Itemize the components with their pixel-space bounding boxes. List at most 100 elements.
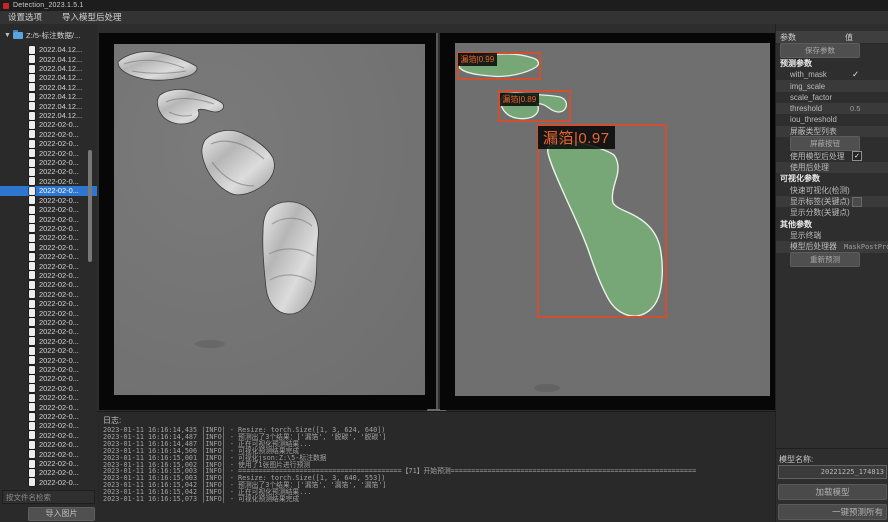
tree-item-label: 2022-02-0...: [39, 346, 79, 355]
panel-splitter[interactable]: [436, 33, 438, 410]
tree-item[interactable]: 2022-02-0...: [0, 449, 97, 458]
tree-scrollbar[interactable]: [88, 150, 92, 262]
source-image[interactable]: [114, 44, 425, 395]
tree-item[interactable]: 2022-02-0...: [0, 299, 97, 308]
tree-item[interactable]: 2022-02-0...: [0, 290, 97, 299]
param-row[interactable]: 显示分数(关键点) 显示分数(关键点): [776, 207, 888, 218]
param-row[interactable]: 快速可视化(检测) 快速可视化(检测): [776, 185, 888, 196]
param-row[interactable]: threshold threshold 0.5: [776, 103, 888, 114]
menu-settings[interactable]: 设置选项: [0, 11, 52, 24]
param-checkbox[interactable]: [852, 197, 862, 207]
param-row[interactable]: 显示标签(关键点) 显示标签(关键点): [776, 196, 888, 207]
tree-item[interactable]: 2022-02-0...: [0, 186, 97, 195]
file-icon: [29, 83, 35, 91]
tree-item-label: 2022-02-0...: [39, 478, 79, 487]
param-row-button[interactable]: 重新预测: [790, 252, 860, 267]
tree-item[interactable]: 2022-02-0...: [0, 139, 97, 148]
tree-item[interactable]: 2022-02-0...: [0, 205, 97, 214]
model-name-field[interactable]: 20221225_174813: [778, 465, 887, 479]
import-images-button[interactable]: 导入图片: [28, 507, 95, 521]
param-row-button[interactable]: 保存参数: [780, 43, 860, 58]
tree-item[interactable]: 2022.04.12...: [0, 101, 97, 110]
load-model-button[interactable]: 加载模型: [778, 484, 887, 500]
tree-item[interactable]: 2022-02-0...: [0, 158, 97, 167]
param-row[interactable]: 其他参数 其他参数: [776, 218, 888, 230]
param-rows: 保存参数 保存参数 预测参数 预测参数 with_mask with_mask …: [776, 44, 888, 266]
tree-item[interactable]: 2022-02-0...: [0, 224, 97, 233]
log-console[interactable]: 日志: 2023-01-11 16:16:14,435 |INFO| - Res…: [97, 411, 775, 522]
file-tree[interactable]: 2022.04.12... 2022.04.12... 2022.04.12..…: [0, 45, 97, 487]
param-row[interactable]: iou_threshold iou_threshold: [776, 114, 888, 125]
tree-item[interactable]: 2022-02-0...: [0, 478, 97, 487]
tree-item[interactable]: 2022-02-0...: [0, 148, 97, 157]
menu-import-postprocess[interactable]: 导入模型后处理: [52, 11, 132, 24]
tree-item-label: 2022-02-0...: [39, 393, 79, 402]
tree-item[interactable]: 2022-02-0...: [0, 130, 97, 139]
tree-item[interactable]: 2022-02-0...: [0, 167, 97, 176]
tree-item[interactable]: 2022.04.12...: [0, 73, 97, 82]
tree-item-label: 2022-02-0...: [39, 252, 79, 261]
tree-root-folder[interactable]: ▼ Z:/5-标注数据/...: [0, 30, 80, 41]
tree-item[interactable]: 2022-02-0...: [0, 365, 97, 374]
tree-item[interactable]: 2022-02-0...: [0, 120, 97, 129]
param-row[interactable]: 屏蔽按钮 屏蔽按钮: [776, 137, 888, 151]
param-row[interactable]: scale_factor scale_factor: [776, 92, 888, 103]
param-row[interactable]: 保存参数 保存参数: [776, 44, 888, 58]
tree-item[interactable]: 2022-02-0...: [0, 327, 97, 336]
tree-item[interactable]: 2022.04.12...: [0, 111, 97, 120]
tree-item[interactable]: 2022-02-0...: [0, 214, 97, 223]
tree-item[interactable]: 2022.04.12...: [0, 92, 97, 101]
tree-item[interactable]: 2022-02-0...: [0, 384, 97, 393]
param-row[interactable]: 模型后处理器 模型后处理器 MaskPostPro: [776, 241, 888, 252]
param-checkbox[interactable]: [852, 69, 859, 80]
detection-image-panel[interactable]: 漏箔|0.99 漏箔|0.89 漏箔|0.97: [440, 33, 775, 410]
tree-item[interactable]: 2022-02-0...: [0, 280, 97, 289]
tree-item[interactable]: 2022-02-0...: [0, 402, 97, 411]
tree-item[interactable]: 2022-02-0...: [0, 252, 97, 261]
tree-item[interactable]: 2022-02-0...: [0, 440, 97, 449]
file-icon: [29, 262, 35, 270]
tree-item[interactable]: 2022-02-0...: [0, 459, 97, 468]
param-row-button[interactable]: 屏蔽按钮: [790, 136, 860, 151]
tree-item[interactable]: 2022-02-0...: [0, 271, 97, 280]
param-checkbox[interactable]: [852, 151, 862, 161]
tree-item[interactable]: 2022-02-0...: [0, 196, 97, 205]
tree-item[interactable]: 2022-02-0...: [0, 243, 97, 252]
tree-item[interactable]: 2022-02-0...: [0, 261, 97, 270]
param-row[interactable]: img_scale img_scale: [776, 80, 888, 91]
param-row[interactable]: with_mask with_mask: [776, 69, 888, 80]
tree-item[interactable]: 2022-02-0...: [0, 374, 97, 383]
param-row[interactable]: 使用后处理 使用后处理: [776, 162, 888, 173]
model-name-label: 模型名称:: [779, 454, 813, 465]
tree-item[interactable]: 2022-02-0...: [0, 346, 97, 355]
tree-item[interactable]: 2022-02-0...: [0, 233, 97, 242]
tree-item[interactable]: 2022-02-0...: [0, 412, 97, 421]
param-row[interactable]: 显示终端 显示终端: [776, 230, 888, 241]
tree-item[interactable]: 2022-02-0...: [0, 355, 97, 364]
file-icon: [29, 271, 35, 279]
tree-item[interactable]: 2022.04.12...: [0, 45, 97, 54]
tree-item[interactable]: 2022-02-0...: [0, 337, 97, 346]
param-label: img_scale: [790, 82, 825, 91]
param-label: 快速可视化(检测): [790, 185, 850, 196]
tree-item[interactable]: 2022-02-0...: [0, 308, 97, 317]
tree-item[interactable]: 2022.04.12...: [0, 54, 97, 63]
tree-item[interactable]: 2022-02-0...: [0, 468, 97, 477]
predict-all-button[interactable]: 一键预测所有: [778, 504, 887, 520]
filename-search-input[interactable]: [2, 490, 95, 504]
tree-item[interactable]: 2022-02-0...: [0, 393, 97, 402]
caret-down-icon[interactable]: ▼: [4, 32, 11, 39]
tree-item[interactable]: 2022-02-0...: [0, 177, 97, 186]
source-image-panel[interactable]: [99, 33, 436, 410]
tree-item[interactable]: 2022-02-0...: [0, 318, 97, 327]
tree-item[interactable]: 2022-02-0...: [0, 431, 97, 440]
tree-item[interactable]: 2022.04.12...: [0, 64, 97, 73]
param-row[interactable]: 使用模型后处理 使用模型后处理: [776, 150, 888, 161]
file-icon: [29, 140, 35, 148]
tree-item[interactable]: 2022-02-0...: [0, 421, 97, 430]
file-tree-panel: ▼ Z:/5-标注数据/... 2022.04.12... 2022.04.12…: [0, 24, 97, 522]
param-row[interactable]: 预测参数 预测参数: [776, 58, 888, 70]
param-row[interactable]: 可视化参数 可视化参数: [776, 173, 888, 185]
tree-item[interactable]: 2022.04.12...: [0, 83, 97, 92]
param-row[interactable]: 重新预测 重新预测: [776, 253, 888, 267]
